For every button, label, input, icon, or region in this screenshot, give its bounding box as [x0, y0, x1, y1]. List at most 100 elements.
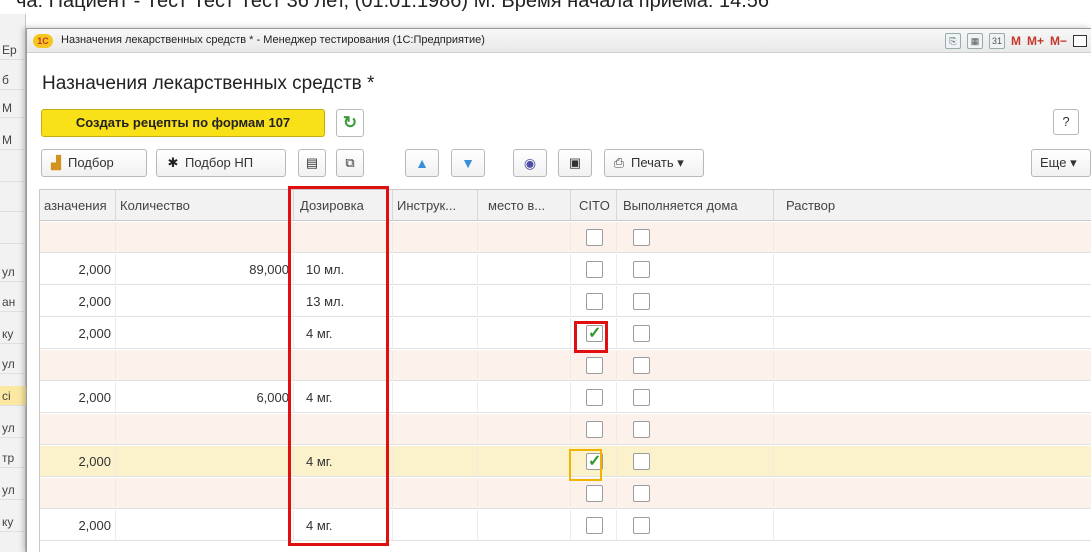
- cell-quantity[interactable]: 89,000: [116, 254, 294, 285]
- cell-prescription-qty[interactable]: 2,000: [40, 446, 116, 477]
- cell-prescription-qty[interactable]: [40, 350, 116, 381]
- cell-quantity[interactable]: [116, 446, 294, 477]
- refresh-button[interactable]: ↻: [336, 109, 364, 137]
- cell-quantity[interactable]: [116, 318, 294, 349]
- cell-instruction[interactable]: [393, 318, 478, 349]
- table-row[interactable]: 2,000 89,000 10 мл.: [40, 254, 1091, 285]
- document-button[interactable]: ▤: [298, 149, 326, 177]
- cito-checkbox[interactable]: [586, 261, 603, 278]
- cell-quantity[interactable]: [116, 350, 294, 381]
- pick-button[interactable]: ▟ Подбор: [41, 149, 147, 177]
- cell-instruction[interactable]: [393, 446, 478, 477]
- copy-button[interactable]: ⧉: [336, 149, 364, 177]
- home-checkbox[interactable]: [633, 421, 650, 438]
- cell-instruction[interactable]: [393, 254, 478, 285]
- cell-instruction[interactable]: [393, 286, 478, 317]
- window-titlebar[interactable]: 1С Назначения лекарственных средств * - …: [27, 29, 1091, 53]
- cell-instruction[interactable]: [393, 478, 478, 509]
- print-button[interactable]: ⎙ Печать ▾: [604, 149, 704, 177]
- cell-prescription-qty[interactable]: [40, 414, 116, 445]
- table-row[interactable]: [40, 478, 1091, 509]
- create-prescriptions-button[interactable]: Создать рецепты по формам 107: [41, 109, 325, 137]
- cell-quantity[interactable]: [116, 478, 294, 509]
- table-row[interactable]: 2,000 4 мг.: [40, 318, 1091, 349]
- cito-checkbox[interactable]: [586, 389, 603, 406]
- cell-instruction[interactable]: [393, 414, 478, 445]
- cell-place[interactable]: [478, 254, 571, 285]
- home-checkbox[interactable]: [633, 261, 650, 278]
- cell-quantity[interactable]: 6,000: [116, 382, 294, 413]
- cell-quantity[interactable]: [116, 222, 294, 253]
- table-row[interactable]: 2,000 6,000 4 мг.: [40, 382, 1091, 413]
- cell-prescription-qty[interactable]: 2,000: [40, 254, 116, 285]
- cell-prescription-qty[interactable]: 2,000: [40, 318, 116, 349]
- cell-place[interactable]: [478, 414, 571, 445]
- cito-checkbox[interactable]: [586, 229, 603, 246]
- more-button[interactable]: Еще ▾: [1031, 149, 1091, 177]
- cell-prescription-qty[interactable]: 2,000: [40, 286, 116, 317]
- cell-place[interactable]: [478, 510, 571, 541]
- move-down-button[interactable]: ▼: [451, 149, 485, 177]
- cito-checkbox[interactable]: [586, 421, 603, 438]
- disc-button[interactable]: ◉: [513, 149, 547, 177]
- pick-button-label: Подбор: [68, 155, 114, 170]
- cell-instruction[interactable]: [393, 222, 478, 253]
- column-header-prescription[interactable]: азначения: [40, 190, 116, 221]
- table-row[interactable]: 2,000 4 мг.: [40, 510, 1091, 541]
- home-checkbox[interactable]: [633, 389, 650, 406]
- column-header-quantity[interactable]: Количество: [116, 190, 294, 221]
- memory-m-plus-button[interactable]: M+: [1027, 34, 1044, 48]
- home-checkbox[interactable]: [633, 485, 650, 502]
- home-checkbox[interactable]: [633, 453, 650, 470]
- cell-instruction[interactable]: [393, 382, 478, 413]
- table-row[interactable]: [40, 350, 1091, 381]
- home-checkbox[interactable]: [633, 293, 650, 310]
- link-icon[interactable]: ⎘: [944, 33, 961, 49]
- prescriptions-table[interactable]: азначения Количество Дозировка Инструк..…: [39, 189, 1091, 552]
- print-button-label: Печать: [631, 155, 674, 170]
- move-up-button[interactable]: ▲: [405, 149, 439, 177]
- cell-place[interactable]: [478, 446, 571, 477]
- memory-m-minus-button[interactable]: M−: [1050, 34, 1067, 48]
- calculator-icon[interactable]: ▦: [966, 33, 983, 49]
- column-header-instruction[interactable]: Инструк...: [393, 190, 478, 221]
- cell-instruction[interactable]: [393, 350, 478, 381]
- cell-place[interactable]: [478, 222, 571, 253]
- cito-checkbox[interactable]: [586, 517, 603, 534]
- cell-place[interactable]: [478, 286, 571, 317]
- cell-quantity[interactable]: [116, 286, 294, 317]
- refresh-icon: ↻: [342, 113, 358, 132]
- column-header-cito[interactable]: CITO: [571, 190, 617, 221]
- maximize-button[interactable]: [1073, 35, 1087, 47]
- home-checkbox[interactable]: [633, 229, 650, 246]
- cell-prescription-qty[interactable]: 2,000: [40, 382, 116, 413]
- cell-quantity[interactable]: [116, 510, 294, 541]
- cell-place[interactable]: [478, 318, 571, 349]
- table-row[interactable]: 2,000 13 мл.: [40, 286, 1091, 317]
- column-header-solution[interactable]: Раствор: [774, 190, 1091, 221]
- home-checkbox[interactable]: [633, 357, 650, 374]
- memory-m-button[interactable]: M: [1011, 34, 1021, 48]
- cito-checkbox[interactable]: [586, 293, 603, 310]
- calendar-icon[interactable]: 31: [988, 33, 1005, 49]
- cell-prescription-qty[interactable]: 2,000: [40, 510, 116, 541]
- cell-quantity[interactable]: [116, 414, 294, 445]
- table-row[interactable]: [40, 414, 1091, 445]
- home-checkbox[interactable]: [633, 517, 650, 534]
- cell-place[interactable]: [478, 382, 571, 413]
- cito-checkbox[interactable]: [586, 357, 603, 374]
- table-row[interactable]: 2,000 4 мг.: [40, 446, 1091, 477]
- column-header-place[interactable]: место в...: [478, 190, 571, 221]
- cell-place[interactable]: [478, 478, 571, 509]
- cell-instruction[interactable]: [393, 510, 478, 541]
- cell-prescription-qty[interactable]: [40, 478, 116, 509]
- home-checkbox[interactable]: [633, 325, 650, 342]
- cell-prescription-qty[interactable]: [40, 222, 116, 253]
- column-header-home[interactable]: Выполняется дома: [617, 190, 774, 221]
- pick-np-button[interactable]: ✱ Подбор НП: [156, 149, 286, 177]
- cito-checkbox[interactable]: [586, 485, 603, 502]
- table-row[interactable]: [40, 222, 1091, 253]
- form-cancel-button[interactable]: ▣: [558, 149, 592, 177]
- cell-place[interactable]: [478, 350, 571, 381]
- help-button[interactable]: ?: [1053, 109, 1079, 135]
